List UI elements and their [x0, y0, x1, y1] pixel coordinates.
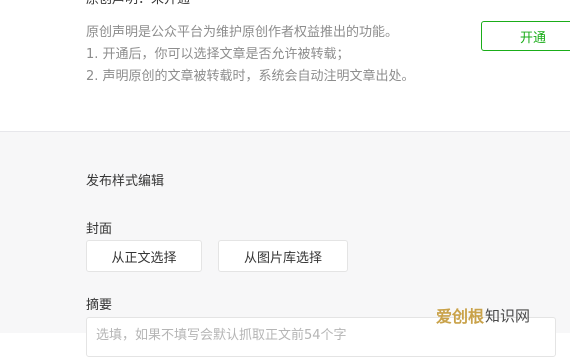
original-point-1: 1. 开通后，你可以选择文章是否允许被转载；: [86, 47, 350, 62]
watermark-text: 知识网: [485, 306, 531, 325]
cover-label: 封面: [86, 222, 113, 237]
summary-label: 摘要: [86, 298, 113, 313]
publish-style-title: 发布样式编辑: [86, 174, 165, 189]
original-description: 原创声明是公众平台为维护原创作者权益推出的功能。: [86, 25, 399, 40]
original-point-2: 2. 声明原创的文章被转载时，系统会自动注明文章出处。: [86, 69, 415, 84]
open-original-button[interactable]: 开通: [481, 21, 570, 51]
original-status-text: 原创声明：未开通: [86, 0, 190, 8]
cover-from-body-button[interactable]: 从正文选择: [86, 240, 202, 272]
cover-from-library-button[interactable]: 从图片库选择: [218, 240, 348, 272]
original-declaration-section: 原创声明：未开通 原创声明是公众平台为维护原创作者权益推出的功能。 1. 开通后…: [0, 0, 570, 131]
watermark-logo: 爱创根: [436, 307, 485, 326]
site-watermark: 爱创根 知识网: [436, 303, 530, 327]
